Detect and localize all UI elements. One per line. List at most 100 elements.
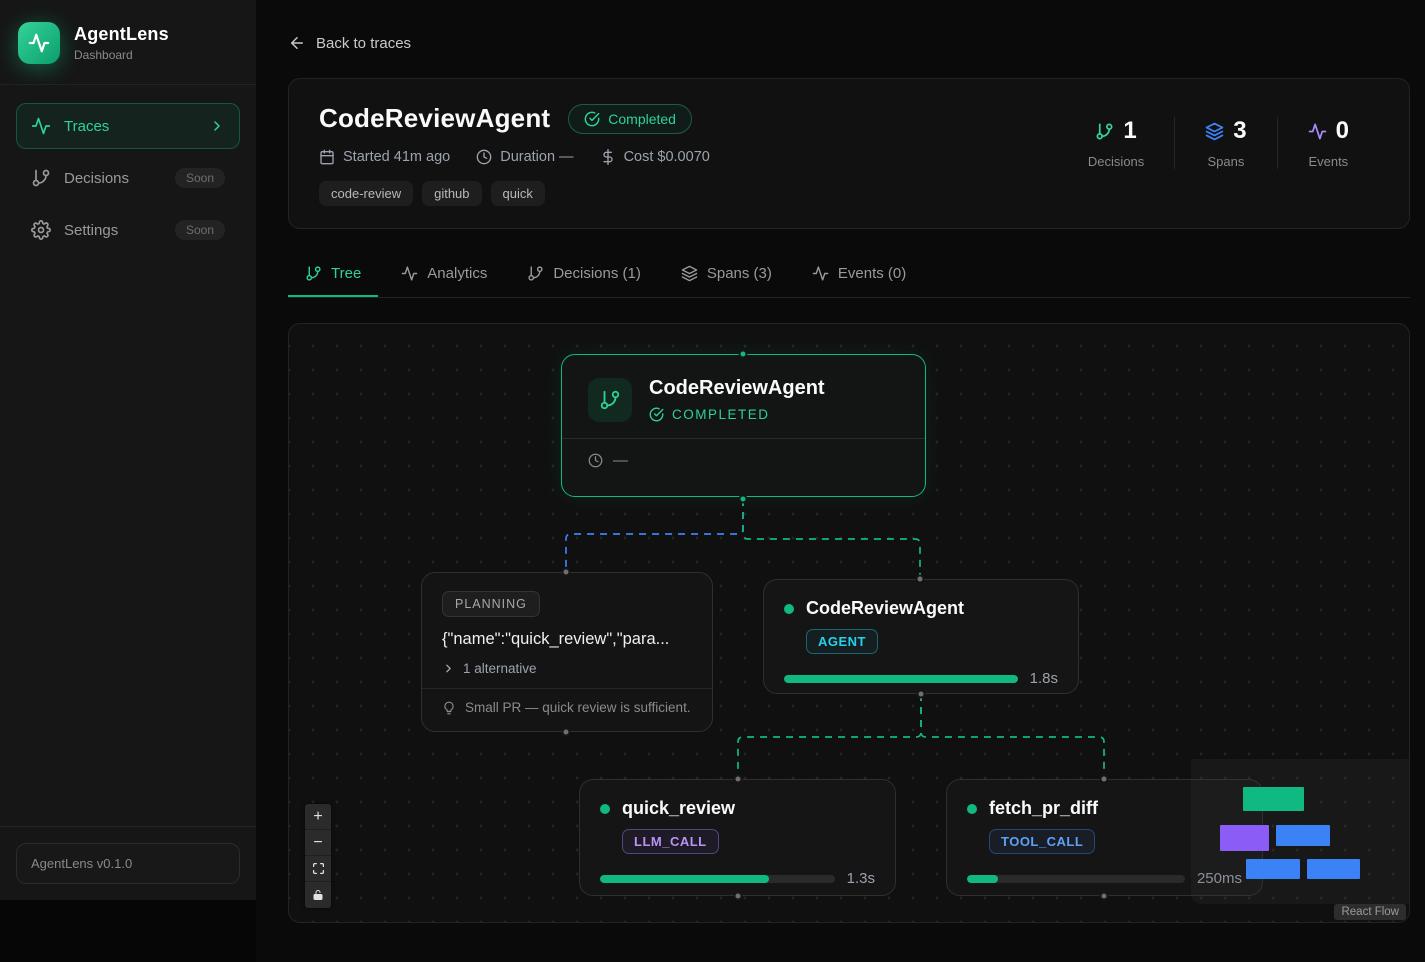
activity-icon: [28, 32, 50, 54]
stat-label: Spans: [1205, 154, 1246, 169]
zoom-in-button[interactable]: +: [305, 804, 331, 830]
tag: code-review: [319, 181, 413, 206]
flow-canvas[interactable]: CodeReviewAgent COMPLETED —: [288, 323, 1410, 923]
git-branch-icon: [588, 378, 632, 422]
dollar-icon: [600, 149, 616, 165]
soon-badge: Soon: [175, 220, 225, 240]
handle: [739, 350, 748, 359]
node-span-agent[interactable]: CodeReviewAgent AGENT 1.8s: [763, 579, 1079, 694]
node-duration: 1.8s: [1030, 670, 1058, 687]
node-duration: 1.3s: [847, 870, 875, 887]
tab-tree[interactable]: Tree: [288, 253, 378, 297]
app-subtitle: Dashboard: [74, 48, 169, 62]
minimap-node-tool: [1307, 859, 1360, 879]
stat-value: 3: [1233, 117, 1246, 145]
tag: github: [422, 181, 481, 206]
duration-bar: [784, 675, 1018, 683]
duration-bar: [967, 875, 1185, 883]
started-meta: Started 41m ago: [319, 149, 450, 165]
sidebar-item-decisions[interactable]: Decisions Soon: [16, 155, 240, 201]
app-name: AgentLens: [74, 24, 169, 45]
check-circle-icon: [584, 111, 600, 127]
duration-bar-fill: [784, 675, 1018, 683]
stat-value: 1: [1123, 117, 1136, 145]
stat-value: 0: [1336, 117, 1349, 145]
handle: [562, 728, 571, 737]
app-root: AgentLens Dashboard Traces Decisions Soo…: [0, 0, 1425, 962]
stat-events: 0 Events: [1277, 117, 1379, 169]
activity-icon: [812, 265, 829, 282]
tag: quick: [491, 181, 545, 206]
trace-stats: 1 Decisions 3 Spans: [1058, 103, 1379, 206]
lock-button[interactable]: [305, 882, 331, 908]
duration-bar-fill: [600, 875, 769, 883]
stat-label: Decisions: [1088, 154, 1144, 169]
tab-spans[interactable]: Spans (3): [664, 253, 789, 297]
trace-title: CodeReviewAgent: [319, 103, 550, 134]
sidebar-nav: Traces Decisions Soon Settings Soon: [0, 85, 256, 271]
sidebar-item-settings[interactable]: Settings Soon: [16, 207, 240, 253]
stat-spans: 3 Spans: [1174, 117, 1276, 169]
main-content: Back to traces CodeReviewAgent Completed: [256, 0, 1425, 962]
node-title: quick_review: [622, 798, 735, 819]
span-type-badge: LLM_CALL: [622, 829, 719, 854]
fit-view-icon: [312, 862, 325, 875]
handle: [1100, 892, 1109, 901]
stat-label: Events: [1308, 154, 1349, 169]
handle: [1100, 775, 1109, 784]
decision-hint: Small PR — quick review is sufficient.: [422, 688, 712, 726]
minimap-node-decision: [1220, 825, 1269, 851]
node-decision-planning[interactable]: PLANNING {"name":"quick_review","para...…: [421, 572, 713, 732]
react-flow-attribution[interactable]: React Flow: [1334, 904, 1406, 920]
tab-decisions[interactable]: Decisions (1): [510, 253, 658, 297]
node-span-llm[interactable]: quick_review LLM_CALL 1.3s: [579, 779, 896, 896]
node-root-agent[interactable]: CodeReviewAgent COMPLETED —: [561, 354, 926, 497]
sidebar-item-traces[interactable]: Traces: [16, 103, 240, 149]
layers-icon: [681, 265, 698, 282]
tab-events[interactable]: Events (0): [795, 253, 923, 297]
duration-bar: [600, 875, 835, 883]
cost-meta: Cost $0.0070: [600, 149, 710, 165]
chevron-right-icon: [442, 662, 455, 675]
sidebar-item-label: Traces: [64, 118, 109, 135]
arrow-left-icon: [288, 34, 306, 52]
app-version: AgentLens v0.1.0: [16, 843, 240, 884]
handle: [917, 690, 926, 699]
span-type-badge: AGENT: [806, 629, 878, 654]
clock-icon: [476, 149, 492, 165]
node-duration: —: [613, 452, 628, 469]
trace-info: CodeReviewAgent Completed Started 41m ag…: [319, 103, 710, 206]
alternatives-expander[interactable]: 1 alternative: [442, 661, 692, 676]
flow-controls: + −: [305, 804, 331, 908]
tab-analytics[interactable]: Analytics: [384, 253, 504, 297]
fit-view-button[interactable]: [305, 856, 331, 882]
sidebar-footer: AgentLens v0.1.0: [0, 826, 256, 900]
status-badge: Completed: [568, 104, 692, 134]
gear-icon: [31, 220, 51, 240]
handle: [562, 568, 571, 577]
status-dot: [967, 804, 977, 814]
sidebar: AgentLens Dashboard Traces Decisions Soo…: [0, 0, 256, 900]
detail-tabs: Tree Analytics Decisions (1) Spans (3): [288, 253, 1410, 298]
activity-icon: [1308, 122, 1327, 141]
layers-icon: [1205, 122, 1224, 141]
duration-bar-fill: [967, 875, 998, 883]
node-title: CodeReviewAgent: [806, 598, 964, 619]
decision-action: {"name":"quick_review","para...: [442, 630, 692, 649]
trace-tags: code-review github quick: [319, 181, 710, 206]
sidebar-item-label: Decisions: [64, 170, 129, 187]
app-logo: [18, 22, 60, 64]
sidebar-header: AgentLens Dashboard: [0, 0, 256, 85]
calendar-icon: [319, 149, 335, 165]
chevron-right-icon: [209, 118, 225, 134]
check-circle-icon: [649, 407, 664, 422]
back-to-traces-link[interactable]: Back to traces: [288, 34, 411, 52]
sidebar-item-label: Settings: [64, 222, 118, 239]
status-dot: [600, 804, 610, 814]
flow-minimap[interactable]: [1191, 759, 1409, 904]
decision-type-badge: PLANNING: [442, 591, 540, 617]
status-dot: [784, 604, 794, 614]
zoom-out-button[interactable]: −: [305, 830, 331, 856]
handle: [739, 495, 748, 504]
lock-icon: [312, 889, 324, 901]
